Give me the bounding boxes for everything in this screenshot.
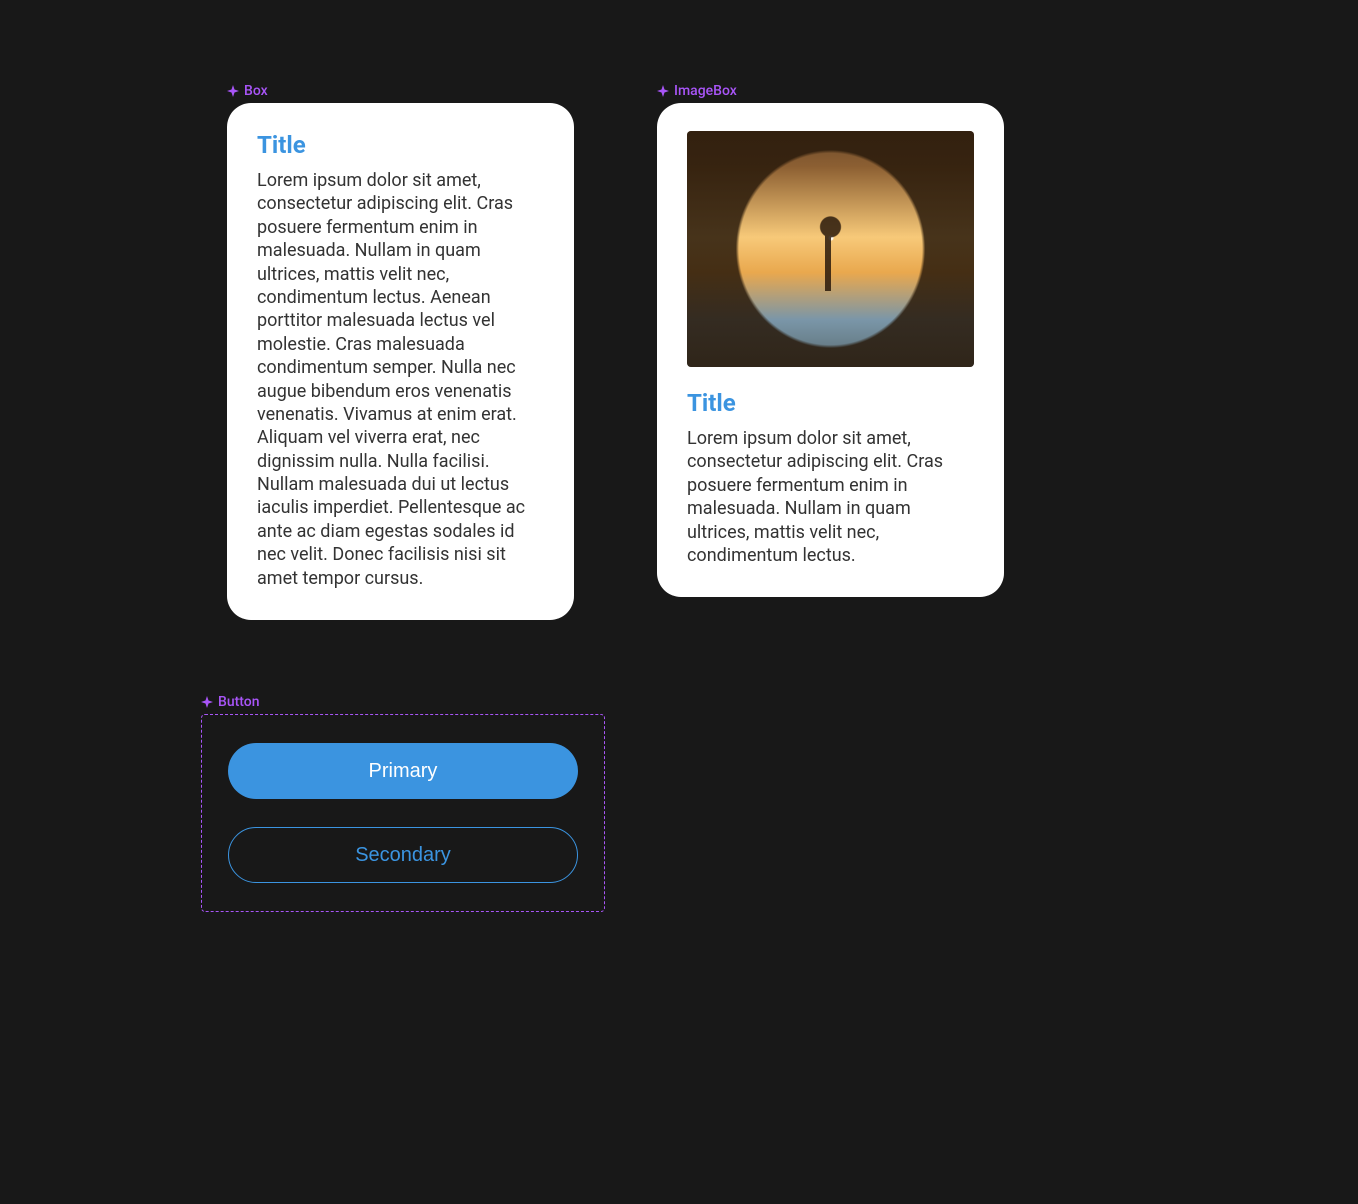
box-card: Title Lorem ipsum dolor sit amet, consec…: [227, 103, 574, 620]
imagebox-body: Lorem ipsum dolor sit amet, consectetur …: [687, 427, 974, 567]
component-label-text: Box: [244, 83, 268, 99]
primary-button[interactable]: Primary: [228, 743, 578, 799]
component-label-box: Box: [227, 83, 268, 99]
diamond-icon: [227, 85, 239, 97]
box-body: Lorem ipsum dolor sit amet, consectetur …: [257, 169, 544, 590]
imagebox-image: [687, 131, 974, 367]
component-label-text: Button: [218, 694, 260, 710]
component-label-text: ImageBox: [674, 83, 737, 99]
button-frame: Primary Secondary: [201, 714, 605, 912]
diamond-icon: [657, 85, 669, 97]
secondary-button[interactable]: Secondary: [228, 827, 578, 883]
component-canvas: Box Title Lorem ipsum dolor sit amet, co…: [0, 0, 1358, 1204]
diamond-icon: [201, 696, 213, 708]
secondary-button-label: Secondary: [355, 844, 451, 867]
box-title: Title: [257, 131, 544, 159]
imagebox-card: Title Lorem ipsum dolor sit amet, consec…: [657, 103, 1004, 597]
component-label-imagebox: ImageBox: [657, 83, 737, 99]
imagebox-title: Title: [687, 389, 974, 417]
primary-button-label: Primary: [369, 760, 438, 783]
component-label-button: Button: [201, 694, 260, 710]
